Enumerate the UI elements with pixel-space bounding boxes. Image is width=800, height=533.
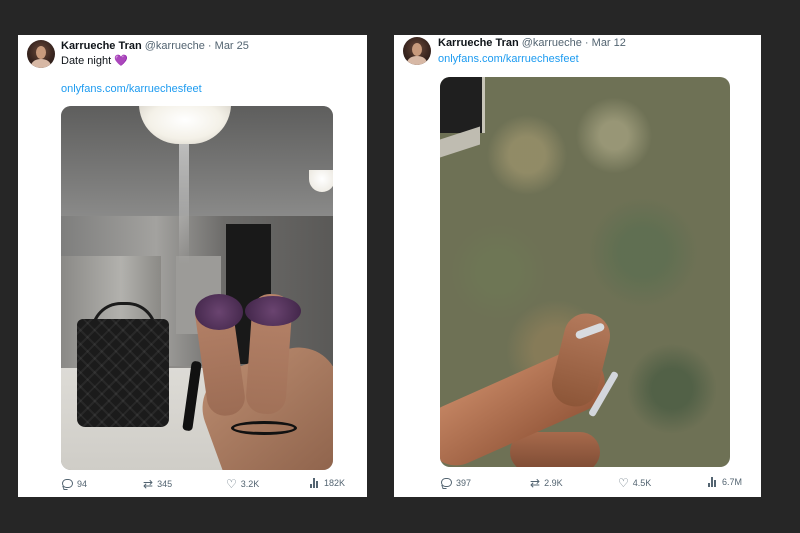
retweet-icon: ⇄ (143, 477, 154, 491)
tweet-actions: 94 ⇄ 345 ♡ 3.2K 182K (18, 478, 367, 494)
tweet-photo[interactable] (440, 77, 730, 467)
reply-count: 397 (456, 478, 472, 488)
avatar[interactable] (27, 40, 55, 68)
like-button[interactable]: ♡ 4.5K (618, 477, 651, 489)
timestamp[interactable]: Mar 12 (592, 37, 626, 49)
tweet-link[interactable]: onlyfans.com/karruechesfeet (438, 53, 579, 66)
retweet-count: 2.9K (544, 478, 563, 488)
display-name[interactable]: Karrueche Tran (438, 37, 519, 49)
purple-heart-emoji: 💜 (114, 55, 128, 67)
tweet-card-2[interactable]: Karrueche Tran @karrueche · Mar 12 onlyf… (394, 35, 761, 497)
like-button[interactable]: ♡ 3.2K (226, 478, 259, 490)
handle[interactable]: @karrueche (522, 37, 582, 49)
bar-chart-icon (708, 477, 718, 487)
retweet-count: 345 (157, 479, 173, 489)
views-count: 6.7M (722, 477, 743, 487)
retweet-icon: ⇄ (530, 476, 541, 490)
tweet-header: Karrueche Tran @karrueche · Mar 12 (438, 37, 626, 50)
display-name[interactable]: Karrueche Tran (61, 40, 142, 52)
separator: · (584, 37, 589, 49)
tweet-link[interactable]: onlyfans.com/karruechesfeet (61, 83, 202, 96)
tweet-card-1[interactable]: Karrueche Tran @karrueche · Mar 25 Date … (18, 35, 367, 497)
views-button[interactable]: 6.7M (708, 477, 742, 487)
tweet-text: Date night 💜 (61, 55, 128, 68)
like-count: 3.2K (240, 479, 260, 489)
heart-icon: ♡ (618, 476, 629, 490)
timestamp[interactable]: Mar 25 (215, 40, 249, 52)
views-button[interactable]: 182K (310, 478, 345, 488)
reply-icon (440, 477, 452, 489)
tweet-actions: 397 ⇄ 2.9K ♡ 4.5K 6.7M (394, 477, 761, 493)
tweet-photo[interactable] (61, 106, 333, 470)
like-count: 4.5K (632, 478, 652, 488)
tweet-text-body: Date night (61, 55, 112, 67)
views-count: 182K (324, 478, 346, 488)
retweet-button[interactable]: ⇄ 345 (143, 478, 172, 490)
separator: · (207, 40, 212, 52)
tweet-header: Karrueche Tran @karrueche · Mar 25 (61, 40, 249, 53)
reply-count: 94 (77, 479, 88, 489)
reply-icon (61, 478, 73, 490)
handle[interactable]: @karrueche (145, 40, 205, 52)
reply-button[interactable]: 94 (61, 478, 87, 490)
avatar[interactable] (403, 37, 431, 65)
retweet-button[interactable]: ⇄ 2.9K (530, 477, 563, 489)
heart-icon: ♡ (226, 477, 237, 491)
bar-chart-icon (310, 478, 320, 488)
reply-button[interactable]: 397 (440, 477, 471, 489)
